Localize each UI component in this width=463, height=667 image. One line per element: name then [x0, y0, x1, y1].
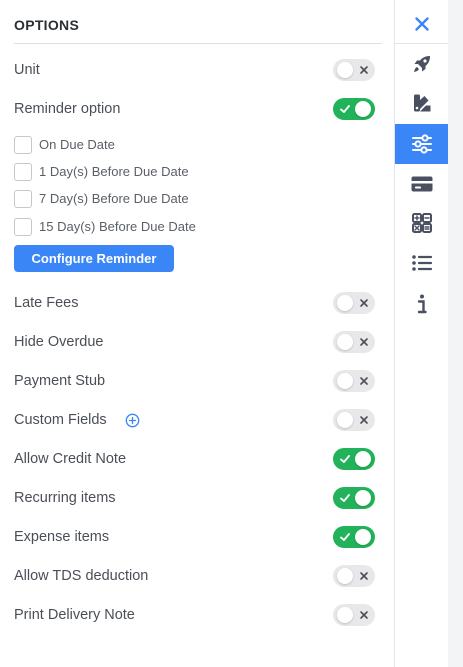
x-icon — [360, 377, 368, 385]
checkbox-label: 1 Day(s) Before Due Date — [39, 164, 189, 179]
option-label: Hide Overdue — [14, 334, 104, 350]
checkbox-label: 15 Day(s) Before Due Date — [39, 219, 196, 234]
option-allow-tds-deduction: Allow TDS deduction — [0, 565, 395, 589]
reminder-15-days-before: 15 Day(s) Before Due Date — [0, 217, 395, 237]
option-label: Unit — [14, 62, 40, 78]
configure-reminder-button[interactable]: Configure Reminder — [14, 245, 174, 272]
reminder-on-due-date: On Due Date — [0, 135, 395, 155]
7-days-before-checkbox[interactable] — [14, 190, 32, 208]
toggle-knob — [337, 607, 353, 623]
option-label: Expense items — [14, 529, 110, 545]
toggle-knob — [337, 412, 353, 428]
late-fees-toggle[interactable] — [333, 292, 375, 314]
toggle-knob — [355, 451, 371, 467]
info-icon — [417, 294, 427, 314]
expense-items-toggle[interactable] — [333, 526, 375, 548]
x-icon — [360, 416, 368, 424]
checkbox-label: 7 Day(s) Before Due Date — [39, 191, 189, 206]
toggle-knob — [337, 568, 353, 584]
checkbox-label: On Due Date — [39, 137, 115, 152]
1-day-before-checkbox[interactable] — [14, 163, 32, 181]
options-panel: OPTIONS Unit Reminder option On Due Date… — [0, 0, 395, 667]
option-reminder: Reminder option — [0, 98, 395, 122]
option-label: Allow Credit Note — [14, 451, 127, 467]
calculator-icon — [411, 213, 432, 233]
sidebar-item-theme[interactable] — [395, 83, 448, 123]
rocket-icon — [413, 56, 430, 72]
toggle-knob — [337, 334, 353, 350]
toggle-knob — [337, 295, 353, 311]
x-icon — [360, 338, 368, 346]
check-icon — [340, 533, 350, 541]
close-button[interactable] — [395, 4, 448, 44]
option-recurring-items: Recurring items — [0, 487, 395, 511]
reminder-option-toggle[interactable] — [333, 98, 375, 120]
icon-sidebar — [395, 0, 448, 667]
payment-stub-toggle[interactable] — [333, 370, 375, 392]
option-late-fees: Late Fees — [0, 292, 395, 316]
x-icon — [360, 611, 368, 619]
x-icon — [360, 66, 368, 74]
print-delivery-note-toggle[interactable] — [333, 604, 375, 626]
recurring-items-toggle[interactable] — [333, 487, 375, 509]
option-custom-fields: Custom Fields — [0, 409, 395, 433]
option-label: Custom Fields — [14, 412, 107, 428]
check-icon — [340, 494, 350, 502]
sidebar-item-calculator[interactable] — [395, 203, 448, 243]
unit-toggle[interactable] — [333, 59, 375, 81]
allow-tds-deduction-toggle[interactable] — [333, 565, 375, 587]
option-unit: Unit — [0, 59, 395, 83]
panel-title: OPTIONS — [14, 17, 80, 33]
hide-overdue-toggle[interactable] — [333, 331, 375, 353]
x-icon — [360, 572, 368, 580]
15-days-before-checkbox[interactable] — [14, 218, 32, 236]
option-expense-items: Expense items — [0, 526, 395, 550]
sidebar-item-info[interactable] — [395, 284, 448, 324]
sidebar-item-options[interactable] — [395, 124, 448, 164]
option-label: Payment Stub — [14, 373, 106, 389]
option-label: Reminder option — [14, 101, 121, 117]
option-hide-overdue: Hide Overdue — [0, 331, 395, 355]
check-icon — [340, 105, 350, 113]
option-allow-credit-note: Allow Credit Note — [0, 448, 395, 472]
toggle-knob — [355, 101, 371, 117]
option-label: Late Fees — [14, 295, 79, 311]
on-due-date-checkbox[interactable] — [14, 136, 32, 154]
option-payment-stub: Payment Stub — [0, 370, 395, 394]
custom-fields-toggle[interactable] — [333, 409, 375, 431]
toggle-knob — [355, 529, 371, 545]
option-label: Recurring items — [14, 490, 116, 506]
toggle-knob — [337, 62, 353, 78]
title-divider — [14, 43, 382, 44]
close-icon — [414, 17, 429, 31]
list-icon — [411, 255, 432, 271]
option-label: Allow TDS deduction — [14, 568, 149, 584]
option-label: Print Delivery Note — [14, 607, 135, 623]
reminder-1-day-before: 1 Day(s) Before Due Date — [0, 162, 395, 182]
add-circle-icon[interactable] — [125, 413, 140, 428]
swatch-book-icon — [413, 94, 430, 112]
sliders-icon — [411, 134, 432, 154]
x-icon — [360, 299, 368, 307]
sidebar-item-launch[interactable] — [395, 44, 448, 84]
toggle-knob — [337, 373, 353, 389]
toggle-knob — [355, 490, 371, 506]
reminder-7-days-before: 7 Day(s) Before Due Date — [0, 189, 395, 209]
credit-card-icon — [411, 176, 432, 192]
sidebar-item-payment[interactable] — [395, 164, 448, 204]
check-icon — [340, 455, 350, 463]
sidebar-item-list[interactable] — [395, 243, 448, 283]
option-print-delivery-note: Print Delivery Note — [0, 604, 395, 628]
allow-credit-note-toggle[interactable] — [333, 448, 375, 470]
